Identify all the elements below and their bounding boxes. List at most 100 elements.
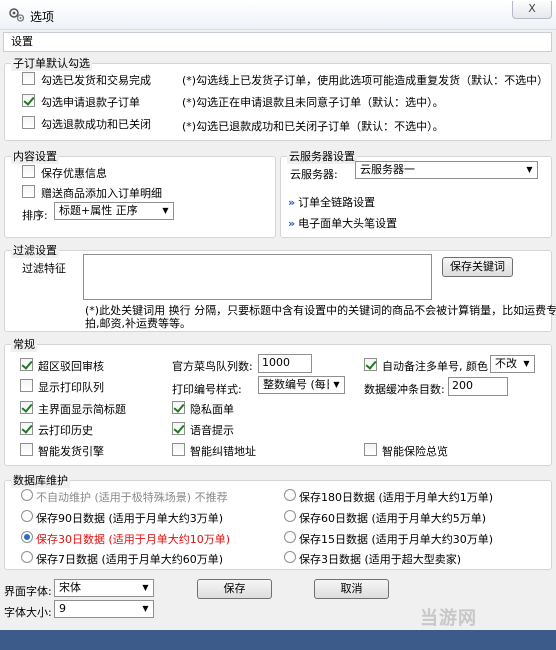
cainiao-queue-input[interactable]: 1000: [258, 354, 312, 373]
filter-keyword-textarea[interactable]: [83, 254, 432, 300]
close-button[interactable]: X: [512, 1, 552, 19]
label-shipped-completed: 勾选已发货和交易完成: [41, 74, 151, 87]
checkbox-shipped-completed[interactable]: [22, 72, 35, 85]
remark-color-value: 不改: [495, 357, 517, 370]
chevron-down-icon: ▼: [138, 601, 153, 617]
label-db-3: 保存3日数据 (适用于超大型卖家): [299, 553, 462, 566]
note-refund-closed: (*)勾选已退款成功和已关闭子订单（默认：不选中）。: [182, 120, 444, 133]
radio-db-no-auto[interactable]: [21, 489, 33, 501]
radio-db-90[interactable]: [21, 510, 33, 522]
filter-note-line2: 拍,邮资,补运费等等。: [85, 317, 191, 330]
label-cloud-print-history: 云打印历史: [38, 424, 93, 437]
label-show-print-queue: 显示打印队列: [38, 381, 104, 394]
filter-keyword-label: 过滤特征: [22, 262, 66, 275]
label-db-180: 保存180日数据 (适用于月单大约1万单): [299, 491, 494, 504]
radio-db-7[interactable]: [21, 551, 33, 563]
label-db-no-auto: 不自动维护 (适用于极特殊场景) 不推荐: [36, 491, 228, 504]
link-order-full-chain-text: 订单全链路设置: [298, 196, 376, 209]
sort-label: 排序:: [22, 209, 48, 222]
chevron-down-icon: ▼: [138, 580, 153, 596]
checkbox-smart-ship-engine[interactable]: [20, 443, 33, 456]
data-buffer-label: 数据缓冲条目数:: [364, 383, 445, 396]
font-select-value: 宋体: [59, 581, 81, 594]
note-refund-request: (*)勾选正在申请退款且未同意子订单（默认：选中）。: [182, 96, 444, 109]
sort-select-value: 标题+属性 正序: [59, 204, 138, 217]
label-smart-address: 智能纠错地址: [190, 445, 256, 458]
label-auto-remark: 自动备注多单号, 颜色: [382, 360, 488, 373]
cainiao-queue-label: 官方菜鸟队列数:: [172, 360, 253, 373]
radio-db-180[interactable]: [284, 489, 296, 501]
font-label: 界面字体:: [4, 585, 52, 598]
link-eface-bigpen[interactable]: » 电子面单大头笔设置: [288, 215, 397, 231]
note-shipped-completed: (*)勾选线上已发货子订单，使用此选项可能造成重复发货（默认：不选中）: [182, 74, 549, 87]
checkbox-smart-insurance[interactable]: [364, 443, 377, 456]
checkbox-smart-address[interactable]: [172, 443, 185, 456]
font-size-select[interactable]: 9 ▼: [54, 600, 154, 618]
checkbox-super-return[interactable]: [20, 358, 33, 371]
chevron-down-icon: ▼: [158, 203, 173, 219]
sort-select[interactable]: 标题+属性 正序 ▼: [54, 202, 174, 220]
watermark-text: 当游网: [420, 608, 477, 629]
checkbox-refund-request[interactable]: [22, 94, 35, 107]
taskbar-strip: [0, 630, 556, 650]
print-no-style-value: 整数编号 (每日: [263, 378, 337, 391]
checkbox-save-discount[interactable]: [22, 165, 35, 178]
checkbox-show-print-queue[interactable]: [20, 379, 33, 392]
label-voice-prompt: 语音提示: [190, 424, 234, 437]
filter-legend: 过滤设置: [11, 242, 59, 258]
checkbox-privacy-waybill[interactable]: [172, 401, 185, 414]
radio-db-30[interactable]: [21, 531, 33, 543]
settings-header: 设置: [3, 32, 552, 52]
chevron-down-icon: ▼: [519, 356, 534, 372]
label-db-30: 保存30日数据 (适用于月单大约10万单): [36, 533, 231, 546]
print-no-style-label: 打印编号样式:: [172, 383, 242, 396]
print-no-style-select[interactable]: 整数编号 (每日 ▼: [258, 376, 345, 394]
chevron-down-icon: ▼: [329, 377, 344, 393]
radio-db-60[interactable]: [284, 510, 296, 522]
data-buffer-input[interactable]: 200: [448, 377, 508, 396]
checkbox-refund-closed[interactable]: [22, 116, 35, 129]
label-db-7: 保存7日数据 (适用于月单大约60万单): [36, 553, 224, 566]
content-settings-legend: 内容设置: [11, 148, 59, 164]
checkbox-gift-add[interactable]: [22, 185, 35, 198]
cloud-server-label: 云服务器:: [290, 168, 338, 181]
radio-db-3[interactable]: [284, 551, 296, 563]
checkbox-voice-prompt[interactable]: [172, 422, 185, 435]
cloud-server-legend: 云服务器设置: [287, 148, 357, 164]
label-db-90: 保存90日数据 (适用于月单大约3万单): [36, 512, 224, 525]
label-smart-insurance: 智能保险总览: [382, 445, 448, 458]
checkbox-auto-remark[interactable]: [364, 358, 377, 371]
general-legend: 常规: [11, 336, 37, 352]
chevron-down-icon: ▼: [522, 162, 537, 178]
options-gear-icon: [9, 8, 25, 22]
font-size-label: 字体大小:: [4, 606, 52, 619]
link-order-full-chain[interactable]: » 订单全链路设置: [288, 194, 375, 210]
label-db-60: 保存60日数据 (适用于月单大约5万单): [299, 512, 487, 525]
save-button[interactable]: 保存: [197, 579, 272, 599]
cloud-server-select[interactable]: 云服务器一 ▼: [355, 161, 538, 179]
label-refund-closed: 勾选退款成功和已关闭: [41, 118, 151, 131]
label-db-15: 保存15日数据 (适用于月单大约30万单): [299, 533, 494, 546]
window-titlebar: [0, 0, 556, 30]
save-keyword-button[interactable]: 保存关键词: [442, 257, 513, 277]
label-privacy-waybill: 隐私面单: [190, 403, 234, 416]
label-super-return: 超区驳回审核: [38, 360, 104, 373]
font-select[interactable]: 宋体 ▼: [54, 579, 154, 597]
checkbox-main-short-title[interactable]: [20, 401, 33, 414]
label-smart-ship-engine: 智能发货引擎: [38, 445, 104, 458]
label-refund-request: 勾选申请退款子订单: [41, 96, 140, 109]
font-size-select-value: 9: [59, 602, 66, 615]
double-chevron-right-icon: »: [288, 196, 296, 209]
window-title: 选项: [30, 10, 55, 24]
radio-db-15[interactable]: [284, 531, 296, 543]
sub-order-legend: 子订单默认勾选: [11, 55, 92, 71]
database-legend: 数据库维护: [11, 472, 70, 488]
checkbox-cloud-print-history[interactable]: [20, 422, 33, 435]
label-save-discount: 保存优惠信息: [41, 167, 107, 180]
remark-color-select[interactable]: 不改 ▼: [490, 355, 535, 373]
cloud-server-value: 云服务器一: [360, 163, 415, 176]
label-gift-add: 赠送商品添加入订单明细: [41, 187, 162, 200]
link-eface-bigpen-text: 电子面单大头笔设置: [298, 217, 398, 230]
cancel-button[interactable]: 取消: [314, 579, 389, 599]
double-chevron-right-icon: »: [288, 217, 296, 230]
